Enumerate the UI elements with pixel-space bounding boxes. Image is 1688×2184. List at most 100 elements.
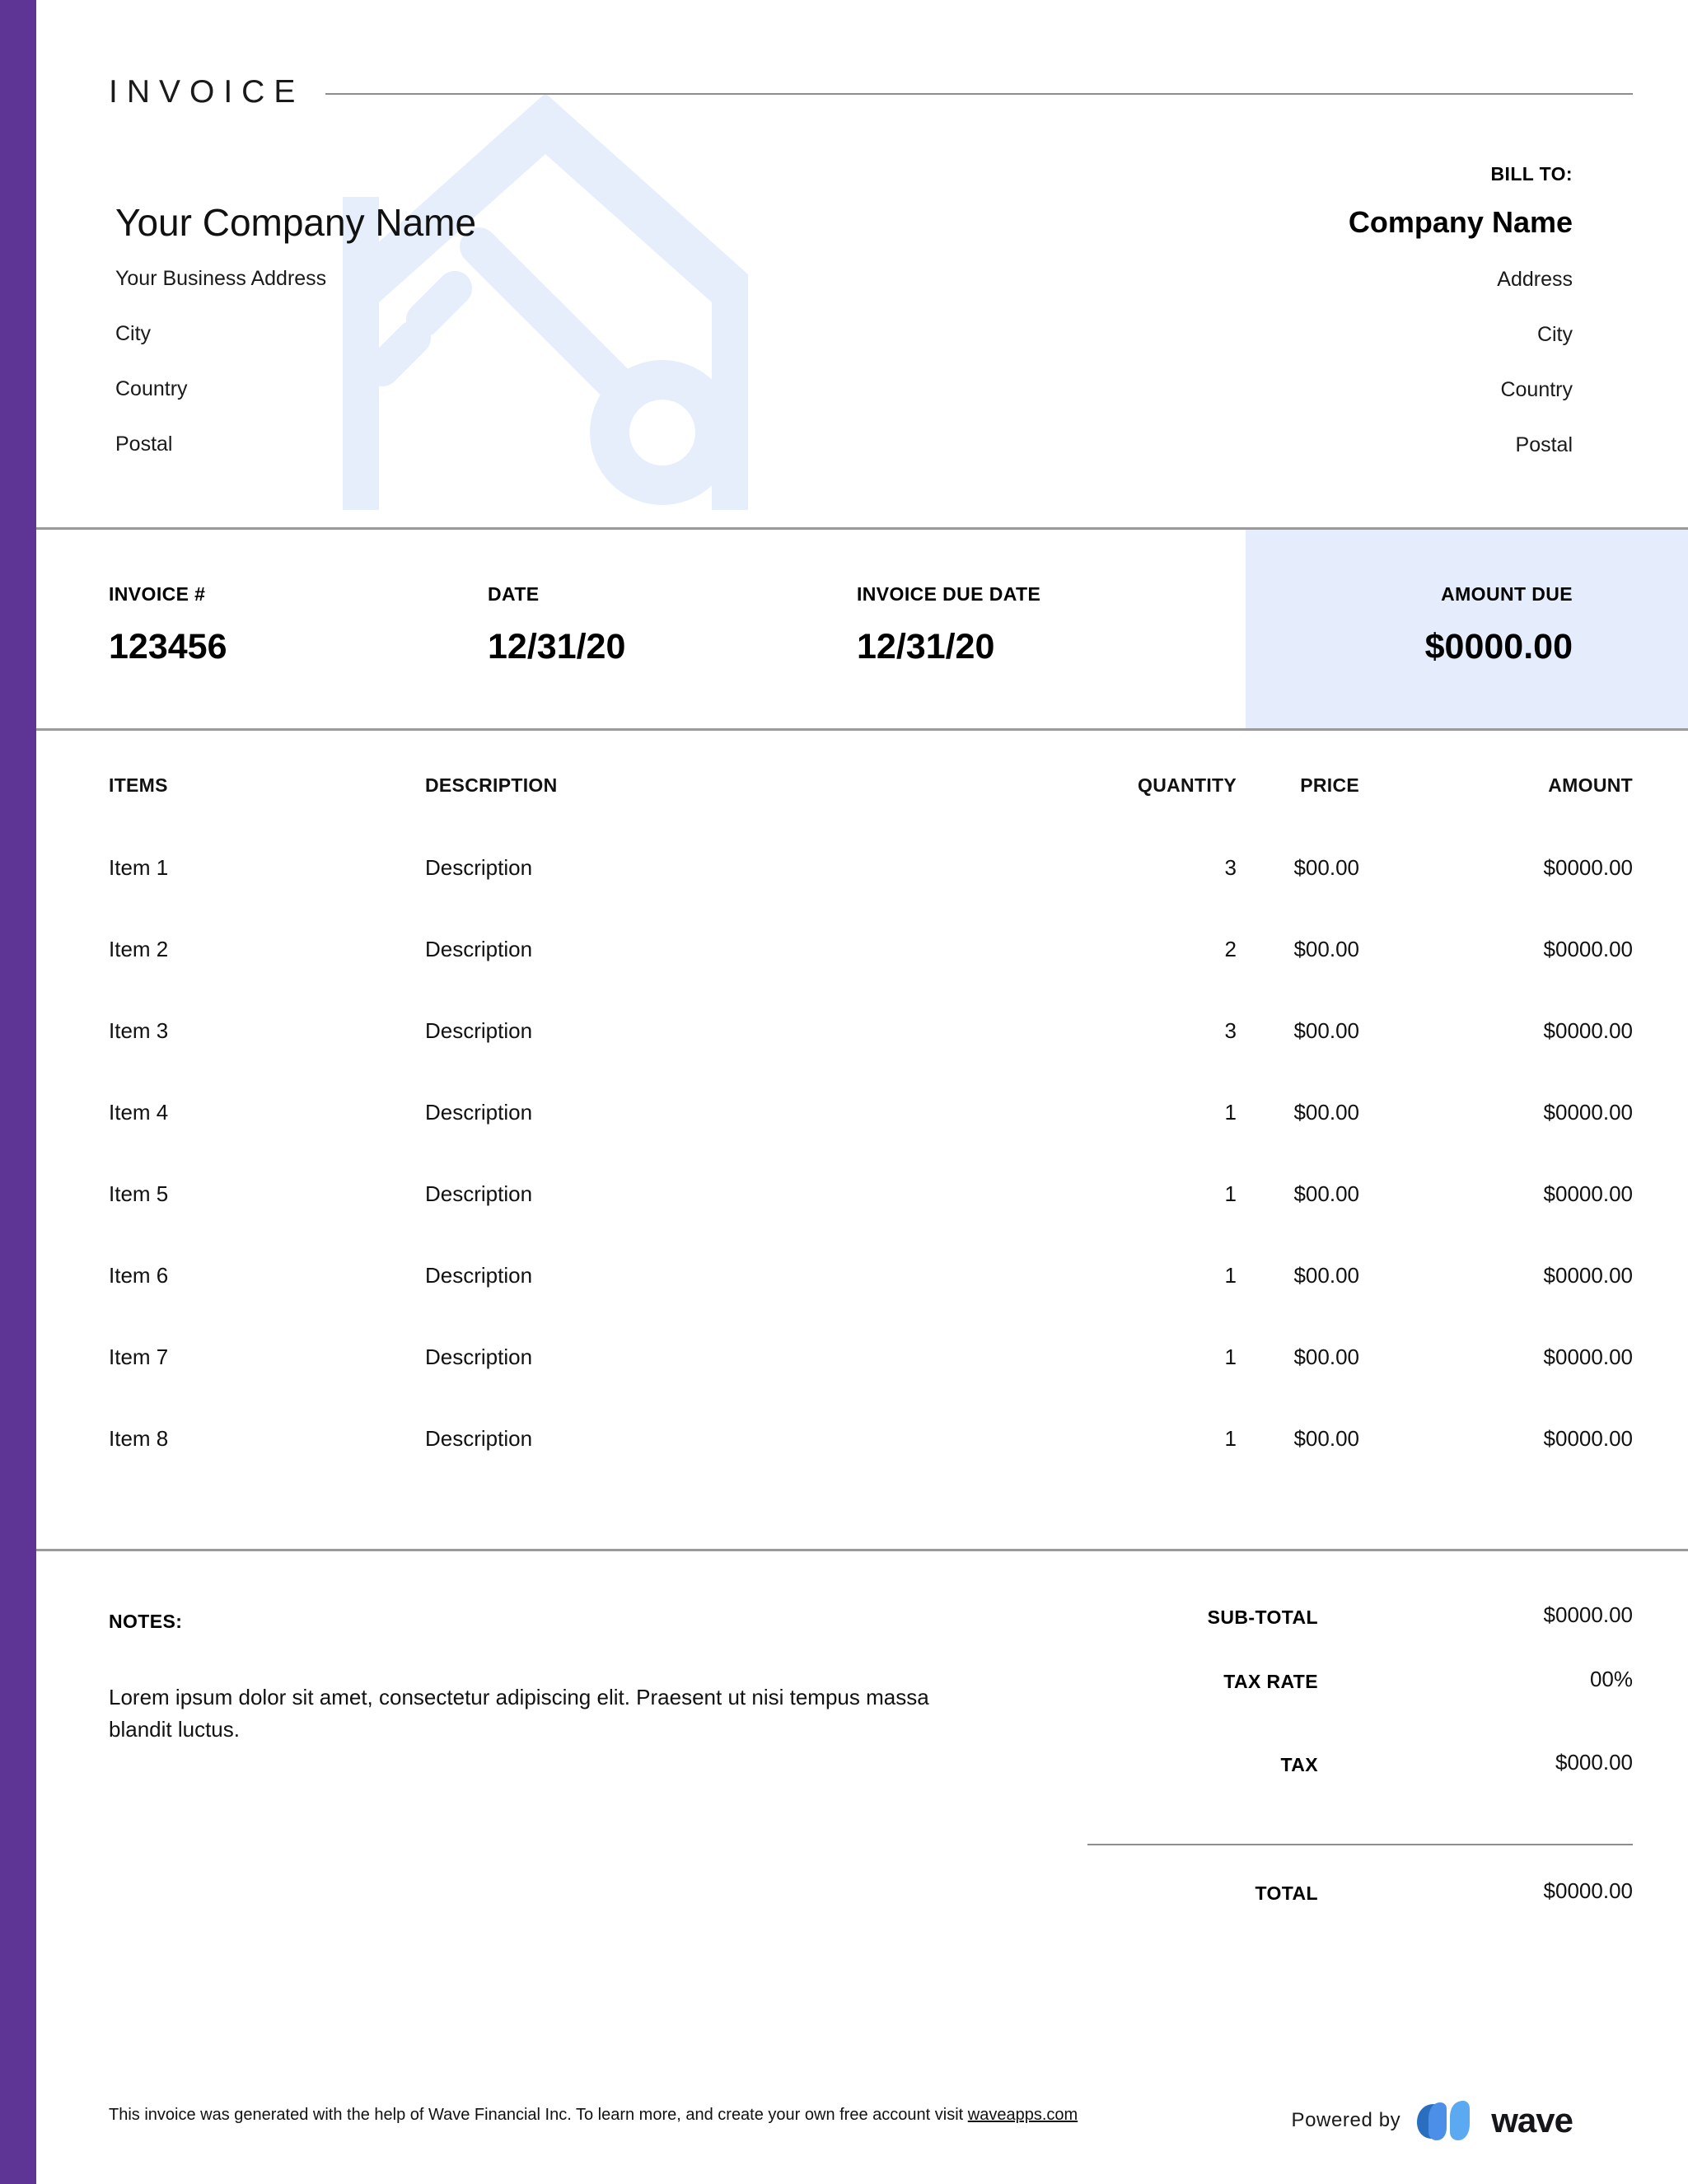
wave-brand-name: wave bbox=[1491, 2101, 1573, 2140]
cell-quantity: 1 bbox=[1224, 1263, 1237, 1288]
cell-item: Item 8 bbox=[109, 1426, 169, 1451]
cell-amount: $0000.00 bbox=[1543, 1263, 1633, 1288]
cell-amount: $0000.00 bbox=[1543, 1181, 1633, 1206]
invoice-due-date-value: 12/31/20 bbox=[857, 627, 995, 666]
sender-company-name: Your Company Name bbox=[115, 201, 477, 244]
table-row: Item 5 Description 1 $00.00 $0000.00 bbox=[0, 1181, 1688, 1263]
invoice-page: INVOICE Your Company Name Your Business … bbox=[0, 0, 1688, 2184]
cell-amount: $0000.00 bbox=[1543, 1345, 1633, 1369]
table-row: Item 1 Description 3 $00.00 $0000.00 bbox=[0, 855, 1688, 937]
bill-to-city-line: City bbox=[1536, 323, 1573, 346]
meta-bottom-divider bbox=[0, 728, 1688, 731]
bill-to-block: BILL TO: Company Name Address City Count… bbox=[996, 163, 1573, 490]
tax-label: TAX bbox=[1280, 1754, 1318, 1775]
subtotal-label: SUB-TOTAL bbox=[1207, 1606, 1318, 1628]
bill-to-label: BILL TO: bbox=[1490, 163, 1573, 185]
cell-price: $00.00 bbox=[1293, 1345, 1359, 1369]
cell-quantity: 1 bbox=[1224, 1426, 1237, 1451]
cell-amount: $0000.00 bbox=[1543, 1100, 1633, 1125]
notes-block: NOTES: Lorem ipsum dolor sit amet, conse… bbox=[109, 1611, 974, 1746]
cell-item: Item 6 bbox=[109, 1263, 169, 1288]
invoice-date-cell: DATE 12/31/20 bbox=[488, 583, 625, 667]
cell-description: Description bbox=[425, 1181, 533, 1206]
cell-amount: $0000.00 bbox=[1543, 855, 1633, 880]
bill-to-country-line: Country bbox=[1500, 378, 1573, 401]
cell-description: Description bbox=[425, 1263, 533, 1288]
sender-address-line: Your Business Address bbox=[115, 266, 327, 290]
tax-row: TAX $000.00 bbox=[1087, 1750, 1634, 1837]
table-header-row: ITEMS DESCRIPTION QUANTITY PRICE AMOUNT bbox=[0, 774, 1688, 855]
waveapps-link[interactable]: waveapps.com bbox=[968, 2106, 1078, 2124]
subtotal-row: SUB-TOTAL $0000.00 bbox=[1087, 1602, 1633, 1671]
column-header-quantity: QUANTITY bbox=[1138, 774, 1237, 796]
notes-text: Lorem ipsum dolor sit amet, consectetur … bbox=[109, 1685, 929, 1742]
table-row: Item 4 Description 1 $00.00 $0000.00 bbox=[0, 1100, 1688, 1181]
notes-label: NOTES: bbox=[109, 1611, 183, 1632]
cell-description: Description bbox=[425, 1426, 533, 1451]
items-table: ITEMS DESCRIPTION QUANTITY PRICE AMOUNT … bbox=[0, 774, 1688, 1508]
table-row: Item 7 Description 1 $00.00 $0000.00 bbox=[0, 1345, 1688, 1426]
footer-disclaimer: This invoice was generated with the help… bbox=[109, 2106, 1078, 2125]
table-row: Item 8 Description 1 $00.00 $0000.00 bbox=[0, 1426, 1688, 1508]
tax-rate-row: TAX RATE 00% bbox=[1087, 1667, 1633, 1754]
amount-due-label: AMOUNT DUE bbox=[1441, 583, 1573, 605]
total-label: TOTAL bbox=[1255, 1882, 1318, 1904]
cell-price: $00.00 bbox=[1293, 937, 1359, 961]
cell-quantity: 3 bbox=[1224, 855, 1237, 880]
cell-item: Item 3 bbox=[109, 1018, 169, 1043]
cell-item: Item 4 bbox=[109, 1100, 169, 1125]
column-header-amount: AMOUNT bbox=[1548, 774, 1633, 796]
bill-to-company-name: Company Name bbox=[1348, 205, 1573, 239]
cell-price: $00.00 bbox=[1293, 1181, 1359, 1206]
sender-city-line: City bbox=[115, 321, 152, 345]
accent-spine bbox=[0, 0, 36, 2184]
cell-price: $00.00 bbox=[1293, 1426, 1359, 1451]
amount-due-value: $0000.00 bbox=[1424, 627, 1573, 666]
column-header-items: ITEMS bbox=[109, 774, 168, 796]
wave-logo-icon bbox=[1417, 2101, 1471, 2140]
cell-price: $00.00 bbox=[1293, 855, 1359, 880]
cell-description: Description bbox=[425, 1018, 533, 1043]
sender-country-line: Country bbox=[115, 376, 188, 400]
page-title: INVOICE bbox=[109, 74, 305, 110]
cell-price: $00.00 bbox=[1293, 1263, 1359, 1288]
sender-postal-line: Postal bbox=[115, 432, 173, 456]
cell-item: Item 5 bbox=[109, 1181, 169, 1206]
summary-divider bbox=[0, 1549, 1688, 1551]
cell-description: Description bbox=[425, 1345, 533, 1369]
column-header-price: PRICE bbox=[1300, 774, 1359, 796]
table-row: Item 6 Description 1 $00.00 $0000.00 bbox=[0, 1263, 1688, 1345]
invoice-due-date-cell: INVOICE DUE DATE 12/31/20 bbox=[857, 583, 1040, 667]
table-row: Item 3 Description 3 $00.00 $0000.00 bbox=[0, 1018, 1688, 1100]
invoice-meta-bar: INVOICE # 123456 DATE 12/31/20 INVOICE D… bbox=[0, 529, 1688, 728]
bill-to-postal-line: Postal bbox=[1515, 433, 1573, 456]
tax-value: $000.00 bbox=[1555, 1750, 1633, 1775]
tax-rate-value: 00% bbox=[1589, 1667, 1633, 1691]
powered-by-label: Powered by bbox=[1291, 2109, 1401, 2131]
cell-description: Description bbox=[425, 1100, 533, 1125]
cell-quantity: 1 bbox=[1224, 1345, 1237, 1369]
cell-quantity: 3 bbox=[1224, 1018, 1237, 1043]
total-row: TOTAL $0000.00 bbox=[1087, 1878, 1633, 1947]
cell-amount: $0000.00 bbox=[1543, 1018, 1633, 1043]
cell-item: Item 2 bbox=[109, 937, 169, 961]
amount-due-cell: AMOUNT DUE $0000.00 bbox=[1425, 583, 1573, 667]
table-row: Item 2 Description 2 $00.00 $0000.00 bbox=[0, 937, 1688, 1018]
tax-rate-label: TAX RATE bbox=[1223, 1671, 1318, 1692]
totals-divider bbox=[1087, 1844, 1633, 1845]
invoice-date-label: DATE bbox=[488, 583, 540, 605]
cell-amount: $0000.00 bbox=[1543, 1426, 1633, 1451]
sender-block: Your Company Name Your Business Address … bbox=[115, 202, 774, 489]
cell-amount: $0000.00 bbox=[1543, 937, 1633, 961]
invoice-number-value: 123456 bbox=[109, 627, 227, 666]
cell-price: $00.00 bbox=[1293, 1100, 1359, 1125]
bill-to-address-line: Address bbox=[1497, 268, 1573, 291]
cell-quantity: 1 bbox=[1224, 1100, 1237, 1125]
invoice-number-cell: INVOICE # 123456 bbox=[109, 583, 227, 667]
totals-block: SUB-TOTAL $0000.00 TAX RATE 00% TAX $000… bbox=[1087, 1602, 1634, 1837]
cell-item: Item 7 bbox=[109, 1345, 169, 1369]
page-title-row: INVOICE bbox=[109, 74, 1633, 110]
cell-item: Item 1 bbox=[109, 855, 169, 880]
footer-disclaimer-text: This invoice was generated with the help… bbox=[109, 2106, 968, 2124]
cell-quantity: 1 bbox=[1224, 1181, 1237, 1206]
